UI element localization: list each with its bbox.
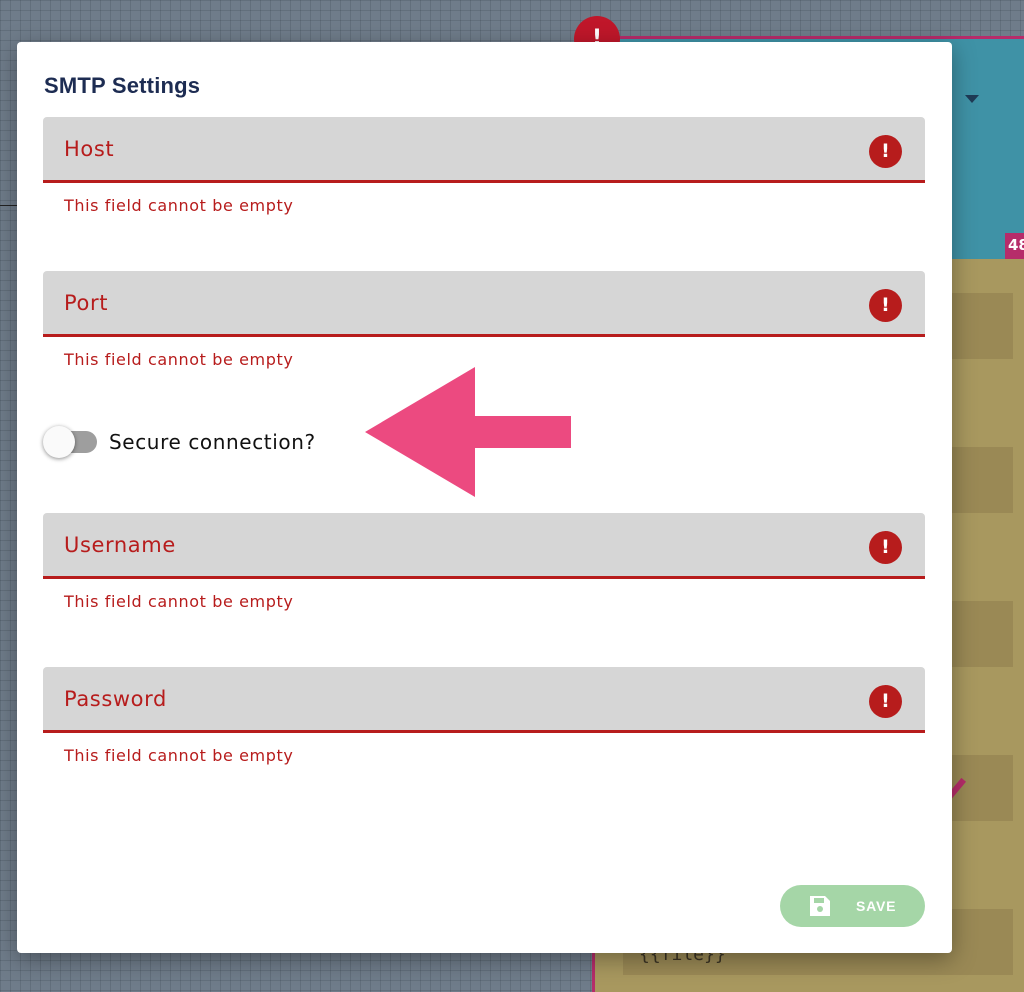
host-input-box[interactable]: Host ! bbox=[43, 117, 925, 183]
background-divider bbox=[0, 205, 18, 206]
username-input-box[interactable]: Username ! bbox=[43, 513, 925, 579]
annotation-arrow-icon bbox=[365, 367, 571, 497]
username-field: Username ! This field cannot be empty bbox=[43, 513, 925, 611]
error-circle-icon: ! bbox=[869, 685, 902, 718]
port-input[interactable] bbox=[43, 271, 925, 334]
error-circle-icon: ! bbox=[869, 135, 902, 168]
username-error-message: This field cannot be empty bbox=[64, 592, 294, 611]
error-circle-icon: ! bbox=[869, 531, 902, 564]
password-field: Password ! This field cannot be empty bbox=[43, 667, 925, 765]
password-input[interactable] bbox=[43, 667, 925, 730]
host-field: Host ! This field cannot be empty bbox=[43, 117, 925, 215]
port-input-box[interactable]: Port ! bbox=[43, 271, 925, 337]
smtp-settings-dialog: SMTP Settings Host ! This field cannot b… bbox=[17, 42, 952, 953]
username-input[interactable] bbox=[43, 513, 925, 576]
save-button[interactable]: SAVE bbox=[780, 885, 925, 927]
password-error-message: This field cannot be empty bbox=[64, 746, 294, 765]
host-input[interactable] bbox=[43, 117, 925, 180]
error-circle-icon: ! bbox=[869, 289, 902, 322]
floppy-disk-icon bbox=[810, 896, 830, 916]
secure-connection-label: Secure connection? bbox=[109, 430, 316, 454]
secure-connection-toggle[interactable] bbox=[43, 426, 75, 458]
save-button-label: SAVE bbox=[856, 898, 897, 914]
secure-connection-toggle-row[interactable]: Secure connection? bbox=[43, 426, 363, 458]
host-error-message: This field cannot be empty bbox=[64, 196, 294, 215]
dropdown-caret-icon[interactable] bbox=[965, 95, 979, 103]
password-input-box[interactable]: Password ! bbox=[43, 667, 925, 733]
port-field: Port ! This field cannot be empty bbox=[43, 271, 925, 369]
dialog-title: SMTP Settings bbox=[44, 73, 201, 98]
background-badge: 48 bbox=[1005, 233, 1024, 259]
